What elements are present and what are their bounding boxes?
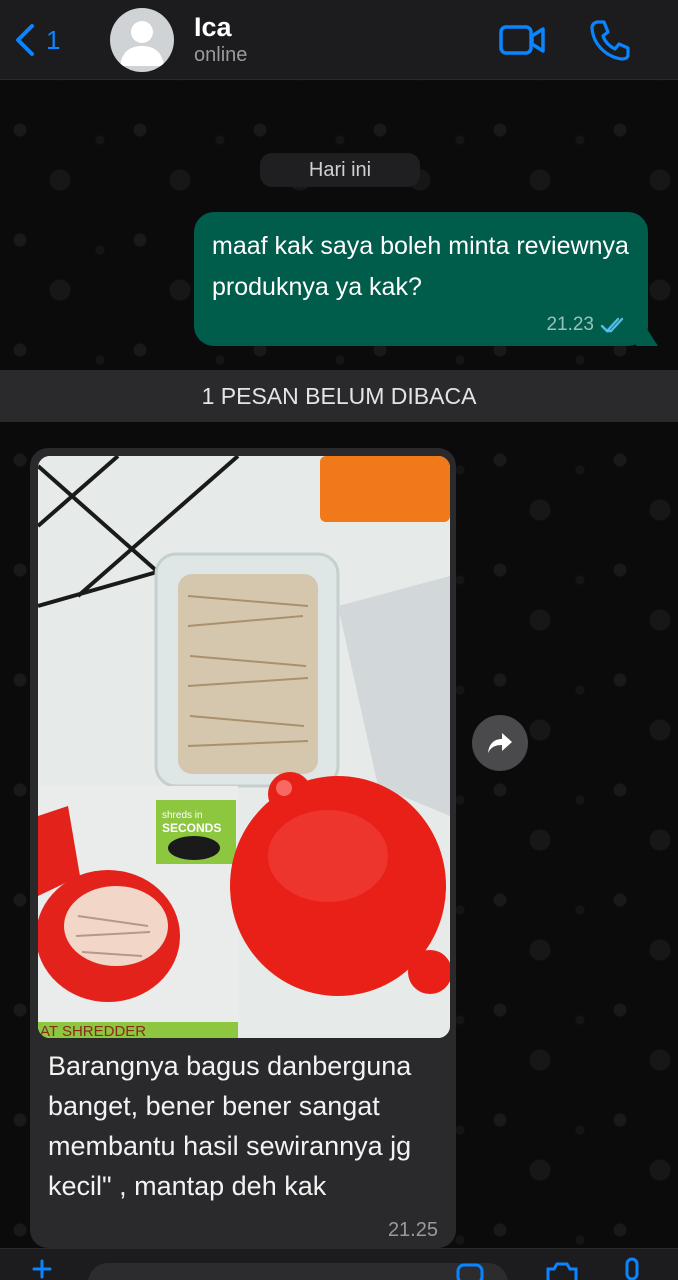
phone-icon [590,20,630,61]
message-input-bar [0,1248,678,1280]
contact-name[interactable]: Ica [194,12,232,43]
product-photo: AT SHREDDER shreds in SECONDS [38,456,450,1038]
outgoing-message[interactable]: maaf kak saya boleh minta reviewnya prod… [194,212,648,346]
message-time: 21.25 [387,1219,438,1241]
share-forward-icon [488,733,512,753]
box-brand-text: AT SHREDDER [40,1023,146,1038]
message-time: 21.23 [546,314,594,335]
avatar[interactable] [110,8,174,72]
message-text: maaf kak saya boleh minta reviewnya prod… [212,232,629,301]
forward-button[interactable] [472,715,528,771]
date-separator: Hari ini [260,153,420,187]
contact-status: online [194,44,248,66]
svg-text:shreds in: shreds in [162,810,203,821]
camera-button[interactable] [542,1259,582,1280]
microphone-button[interactable] [620,1257,644,1280]
sticker-button[interactable] [452,1259,488,1280]
message-caption: Barangnya bagus danberguna banget, bener… [48,1051,412,1201]
chevron-left-icon [16,24,34,56]
camera-icon [546,1262,578,1280]
plus-icon [32,1259,52,1279]
double-check-icon [600,317,624,333]
attach-button[interactable] [32,1259,52,1279]
incoming-message[interactable]: AT SHREDDER shreds in SECONDS Barangnya … [30,448,456,1248]
back-button[interactable]: 1 [14,18,74,62]
photo-attachment[interactable]: AT SHREDDER shreds in SECONDS [38,456,450,1038]
default-avatar-icon [120,21,164,66]
unread-messages-divider: 1 PESAN BELUM DIBACA [0,370,678,422]
microphone-icon [625,1257,639,1280]
chat-header: 1 Ica online [0,0,678,80]
video-camera-icon [499,25,545,55]
svg-text:SECONDS: SECONDS [162,821,221,835]
video-call-button[interactable] [498,20,546,60]
sticker-icon [456,1263,484,1280]
unread-count: 1 [46,24,61,55]
message-meta: 21.23 [546,314,630,336]
message-input[interactable] [88,1263,508,1280]
voice-call-button[interactable] [588,18,632,62]
